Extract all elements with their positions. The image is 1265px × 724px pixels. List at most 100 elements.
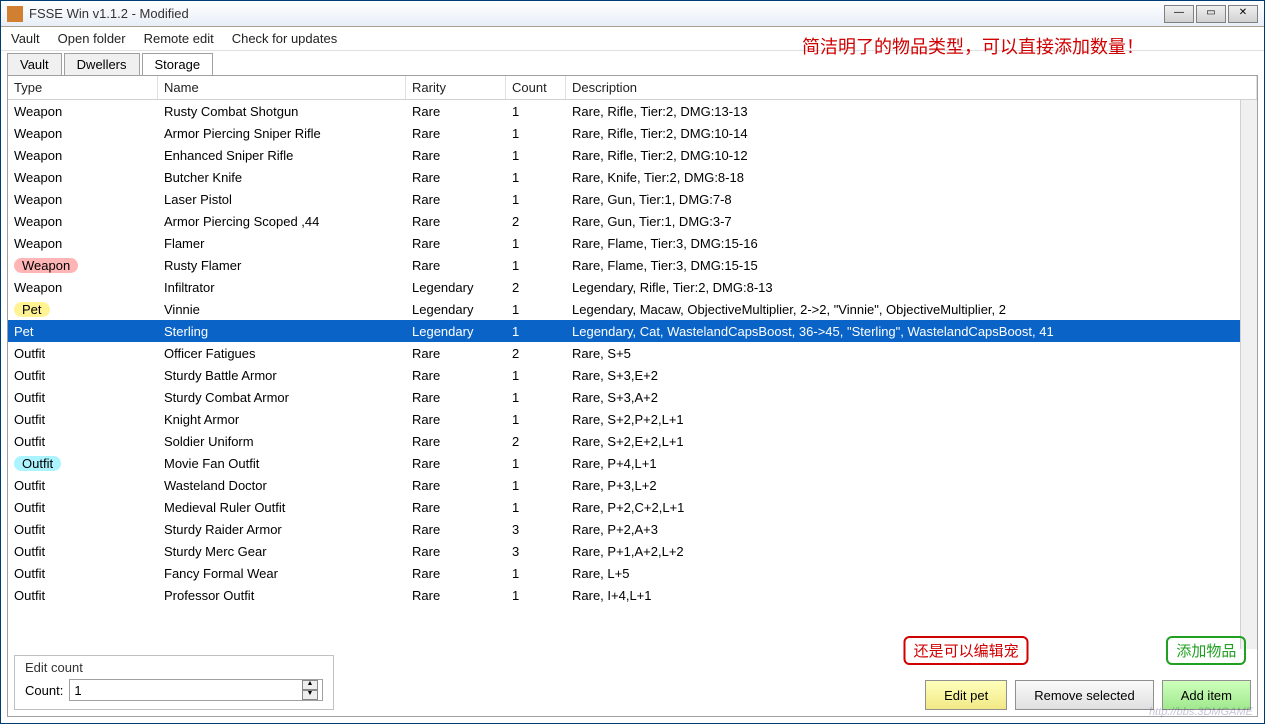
titlebar[interactable]: FSSE Win v1.1.2 - Modified — ▭ ✕ — [1, 1, 1264, 27]
cell-name: Rusty Flamer — [158, 256, 406, 275]
table-row[interactable]: WeaponRusty FlamerRare1Rare, Flame, Tier… — [8, 254, 1257, 276]
minimize-button[interactable]: — — [1164, 5, 1194, 23]
cell-count: 1 — [506, 256, 566, 275]
cell-count: 1 — [506, 388, 566, 407]
table-header: Type Name Rarity Count Description — [8, 76, 1257, 100]
cell-desc: Rare, Flame, Tier:3, DMG:15-16 — [566, 234, 1257, 253]
header-name[interactable]: Name — [158, 76, 406, 99]
cell-name: Sturdy Combat Armor — [158, 388, 406, 407]
count-spin-up[interactable]: ▲ — [302, 680, 318, 690]
cell-type: Outfit — [8, 586, 158, 605]
cell-rarity: Legendary — [406, 300, 506, 319]
cell-rarity: Rare — [406, 564, 506, 583]
cell-count: 1 — [506, 454, 566, 473]
cell-rarity: Legendary — [406, 322, 506, 341]
table-row[interactable]: WeaponRusty Combat ShotgunRare1Rare, Rif… — [8, 100, 1257, 122]
table-row[interactable]: OutfitProfessor OutfitRare1Rare, I+4,L+1 — [8, 584, 1257, 606]
menu-open-folder[interactable]: Open folder — [58, 31, 126, 46]
table-row[interactable]: WeaponButcher KnifeRare1Rare, Knife, Tie… — [8, 166, 1257, 188]
table-row[interactable]: OutfitMovie Fan OutfitRare1Rare, P+4,L+1 — [8, 452, 1257, 474]
cell-desc: Rare, Rifle, Tier:2, DMG:10-14 — [566, 124, 1257, 143]
table-row[interactable]: PetVinnieLegendary1Legendary, Macaw, Obj… — [8, 298, 1257, 320]
count-input[interactable] — [74, 683, 302, 698]
storage-panel: Type Name Rarity Count Description Weapo… — [7, 75, 1258, 717]
cell-desc: Rare, P+2,A+3 — [566, 520, 1257, 539]
tabstrip: Vault Dwellers Storage 简洁明了的物品类型，可以直接添加数… — [1, 51, 1264, 75]
cell-count: 1 — [506, 564, 566, 583]
cell-name: Butcher Knife — [158, 168, 406, 187]
cell-type: Weapon — [8, 256, 158, 275]
cell-desc: Rare, S+3,A+2 — [566, 388, 1257, 407]
table-row[interactable]: OutfitSturdy Merc GearRare3Rare, P+1,A+2… — [8, 540, 1257, 562]
header-count[interactable]: Count — [506, 76, 566, 99]
count-spin-down[interactable]: ▼ — [302, 690, 318, 700]
maximize-button[interactable]: ▭ — [1196, 5, 1226, 23]
cell-type: Outfit — [8, 388, 158, 407]
cell-type: Weapon — [8, 234, 158, 253]
table-row[interactable]: OutfitSoldier UniformRare2Rare, S+2,E+2,… — [8, 430, 1257, 452]
cell-type: Weapon — [8, 146, 158, 165]
cell-count: 2 — [506, 212, 566, 231]
cell-desc: Rare, S+2,E+2,L+1 — [566, 432, 1257, 451]
table-row[interactable]: OutfitFancy Formal WearRare1Rare, L+5 — [8, 562, 1257, 584]
table-row[interactable]: WeaponInfiltratorLegendary2Legendary, Ri… — [8, 276, 1257, 298]
cell-count: 1 — [506, 124, 566, 143]
cell-desc: Legendary, Rifle, Tier:2, DMG:8-13 — [566, 278, 1257, 297]
cell-type: Outfit — [8, 454, 158, 473]
tab-storage[interactable]: Storage — [142, 53, 214, 75]
table-row[interactable]: WeaponArmor Piercing Sniper RifleRare1Ra… — [8, 122, 1257, 144]
table-row[interactable]: OutfitMedieval Ruler OutfitRare1Rare, P+… — [8, 496, 1257, 518]
header-rarity[interactable]: Rarity — [406, 76, 506, 99]
close-button[interactable]: ✕ — [1228, 5, 1258, 23]
scrollbar[interactable] — [1240, 100, 1257, 649]
cell-count: 1 — [506, 234, 566, 253]
table-row[interactable]: OutfitSturdy Raider ArmorRare3Rare, P+2,… — [8, 518, 1257, 540]
cell-rarity: Rare — [406, 498, 506, 517]
table-row[interactable]: PetSterlingLegendary1Legendary, Cat, Was… — [8, 320, 1257, 342]
table-row[interactable]: OutfitSturdy Battle ArmorRare1Rare, S+3,… — [8, 364, 1257, 386]
cell-name: Soldier Uniform — [158, 432, 406, 451]
remove-selected-button[interactable]: Remove selected — [1015, 680, 1153, 710]
table-row[interactable]: WeaponFlamerRare1Rare, Flame, Tier:3, DM… — [8, 232, 1257, 254]
cell-type: Weapon — [8, 124, 158, 143]
header-description[interactable]: Description — [566, 76, 1257, 99]
cell-rarity: Rare — [406, 168, 506, 187]
cell-name: Officer Fatigues — [158, 344, 406, 363]
table-row[interactable]: OutfitOfficer FatiguesRare2Rare, S+5 — [8, 342, 1257, 364]
cell-rarity: Rare — [406, 146, 506, 165]
cell-name: Knight Armor — [158, 410, 406, 429]
table-row[interactable]: WeaponArmor Piercing Scoped ,44Rare2Rare… — [8, 210, 1257, 232]
header-type[interactable]: Type — [8, 76, 158, 99]
cell-count: 1 — [506, 476, 566, 495]
table-row[interactable]: OutfitSturdy Combat ArmorRare1Rare, S+3,… — [8, 386, 1257, 408]
table-row[interactable]: WeaponEnhanced Sniper RifleRare1Rare, Ri… — [8, 144, 1257, 166]
cell-type: Weapon — [8, 102, 158, 121]
tab-dwellers[interactable]: Dwellers — [64, 53, 140, 75]
menu-check-updates[interactable]: Check for updates — [232, 31, 338, 46]
cell-count: 1 — [506, 190, 566, 209]
cell-rarity: Rare — [406, 476, 506, 495]
table-row[interactable]: OutfitKnight ArmorRare1Rare, S+2,P+2,L+1 — [8, 408, 1257, 430]
cell-type: Pet — [8, 300, 158, 319]
menu-remote-edit[interactable]: Remote edit — [144, 31, 214, 46]
cell-rarity: Rare — [406, 102, 506, 121]
cell-type: Weapon — [8, 278, 158, 297]
cell-name: Vinnie — [158, 300, 406, 319]
cell-desc: Legendary, Macaw, ObjectiveMultiplier, 2… — [566, 300, 1257, 319]
menu-vault[interactable]: Vault — [11, 31, 40, 46]
cell-count: 3 — [506, 520, 566, 539]
cell-name: Infiltrator — [158, 278, 406, 297]
table-row[interactable]: WeaponLaser PistolRare1Rare, Gun, Tier:1… — [8, 188, 1257, 210]
edit-pet-button[interactable]: Edit pet 还是可以编辑宠 — [925, 680, 1007, 710]
cell-count: 1 — [506, 366, 566, 385]
cell-type: Outfit — [8, 520, 158, 539]
cell-type: Outfit — [8, 410, 158, 429]
table-row[interactable]: OutfitWasteland DoctorRare1Rare, P+3,L+2 — [8, 474, 1257, 496]
cell-desc: Rare, P+2,C+2,L+1 — [566, 498, 1257, 517]
cell-count: 1 — [506, 410, 566, 429]
cell-count: 1 — [506, 146, 566, 165]
table-body[interactable]: WeaponRusty Combat ShotgunRare1Rare, Rif… — [8, 100, 1257, 620]
tab-vault[interactable]: Vault — [7, 53, 62, 75]
cell-desc: Rare, Flame, Tier:3, DMG:15-15 — [566, 256, 1257, 275]
cell-name: Fancy Formal Wear — [158, 564, 406, 583]
